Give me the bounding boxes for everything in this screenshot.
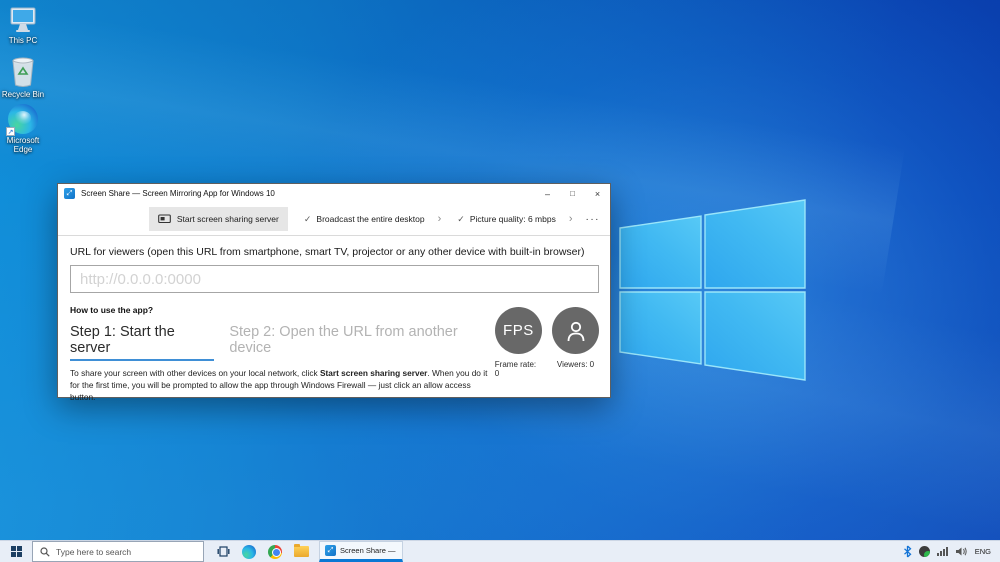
chevron-right-icon[interactable]: › — [438, 213, 442, 225]
recycle-bin-icon — [12, 57, 34, 87]
person-icon — [567, 321, 584, 341]
system-tray: ENG — [903, 541, 1000, 562]
desktop-icon-this-pc[interactable]: This PC — [0, 6, 46, 45]
how-to-section: How to use the app? Step 1: Start the se… — [70, 305, 495, 403]
windows-start-icon — [10, 546, 22, 557]
taskbar-chrome-button[interactable] — [262, 541, 288, 562]
toolbar: Start screen sharing server ✓ Broadcast … — [58, 203, 610, 236]
viewers-circle — [552, 307, 599, 354]
wallpaper-windows-logo — [619, 199, 806, 381]
volume-icon[interactable] — [955, 546, 968, 557]
app-icon: ⤢ — [325, 545, 336, 556]
desktop-icon-label: Microsoft Edge — [6, 136, 40, 155]
shortcut-arrow-icon: ↗ — [6, 127, 15, 136]
taskbar-file-explorer-button[interactable] — [288, 541, 314, 562]
how-to-description: To share your screen with other devices … — [70, 368, 488, 403]
fps-circle: FPS — [494, 307, 542, 354]
signal-icon[interactable] — [936, 547, 948, 556]
taskbar: ⤢ Screen Share — Scr... ENG — [0, 540, 1000, 562]
viewers-label: Viewers: 0 — [556, 360, 595, 369]
start-button[interactable] — [0, 541, 32, 562]
tab-step1-start-server[interactable]: Step 1: Start the server — [70, 324, 215, 361]
chevron-right-icon[interactable]: › — [569, 213, 573, 225]
task-view-button[interactable] — [210, 541, 236, 562]
start-server-label: Start screen sharing server — [176, 214, 279, 224]
title-bar[interactable]: ⤢ Screen Share — Screen Mirroring App fo… — [58, 184, 610, 203]
task-view-icon — [217, 546, 229, 557]
stats-section: FPS Frame rate: 0 Viewers: 0 — [495, 305, 599, 403]
active-task-label: Screen Share — Scr... — [340, 546, 397, 555]
display-share-icon — [157, 214, 171, 224]
more-options-button[interactable]: ··· — [586, 214, 601, 225]
desktop: This PC Recycle Bin ↗ Microsoft Edge ⤢ S… — [0, 0, 1000, 562]
app-icon: ⤢ — [64, 188, 75, 199]
window-title: Screen Share — Screen Mirroring App for … — [81, 189, 275, 198]
search-icon — [40, 546, 50, 557]
tab-step2-open-url[interactable]: Step 2: Open the URL from another device — [229, 324, 494, 356]
search-input[interactable] — [56, 546, 176, 557]
picture-quality-option[interactable]: ✓ Picture quality: 6 mbps — [457, 214, 556, 225]
viewers-stat: Viewers: 0 — [552, 307, 599, 403]
check-icon: ✓ — [457, 213, 465, 224]
desktop-icon-label: Recycle Bin — [1, 90, 45, 99]
this-pc-icon — [10, 7, 36, 32]
start-server-button[interactable]: Start screen sharing server — [148, 207, 288, 231]
picture-quality-label: Picture quality: 6 mbps — [469, 214, 556, 224]
edge-icon: ↗ — [6, 104, 38, 136]
desktop-icon-recycle-bin[interactable]: Recycle Bin — [0, 56, 46, 99]
taskbar-search[interactable] — [32, 541, 204, 562]
check-icon: ✓ — [303, 213, 312, 224]
taskbar-active-screen-share[interactable]: ⤢ Screen Share — Scr... — [319, 541, 403, 562]
frame-rate-label: Frame rate: 0 — [494, 360, 537, 378]
edge-icon — [242, 544, 256, 559]
frame-rate-stat: FPS Frame rate: 0 — [495, 307, 542, 403]
window-content: URL for viewers (open this URL from smar… — [58, 236, 610, 411]
fps-text: FPS — [503, 322, 534, 339]
viewer-url-input[interactable] — [70, 265, 599, 293]
desktop-icon-microsoft-edge[interactable]: ↗ Microsoft Edge — [0, 104, 46, 154]
bluetooth-icon[interactable] — [903, 545, 912, 558]
taskbar-edge-button[interactable] — [236, 541, 262, 562]
how-to-heading: How to use the app? — [70, 305, 154, 315]
language-indicator[interactable]: ENG — [975, 547, 991, 556]
broadcast-desktop-label: Broadcast the entire desktop — [316, 214, 425, 224]
chrome-icon — [268, 544, 282, 559]
file-explorer-icon — [293, 544, 309, 557]
start-server-inline-ref: Start screen sharing server — [319, 368, 428, 378]
close-button[interactable]: × — [585, 184, 610, 203]
screen-share-window: ⤢ Screen Share — Screen Mirroring App fo… — [57, 183, 611, 402]
url-for-viewers-label: URL for viewers (open this URL from smar… — [70, 246, 585, 258]
maximize-button[interactable]: □ — [560, 184, 585, 203]
network-security-icon[interactable] — [918, 546, 930, 557]
minimize-button[interactable]: – — [535, 184, 560, 203]
broadcast-desktop-option[interactable]: ✓ Broadcast the entire desktop — [304, 214, 425, 225]
desktop-icon-label: This PC — [8, 36, 38, 45]
